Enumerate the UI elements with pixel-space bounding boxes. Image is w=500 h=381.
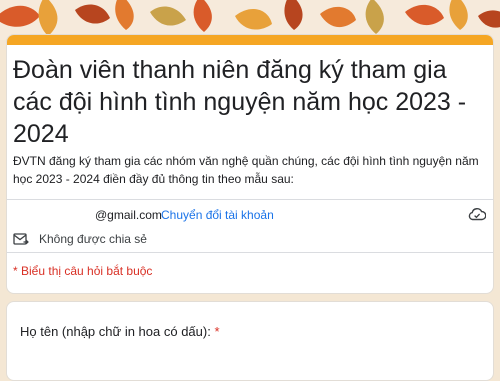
question-label: Họ tên (nhập chữ in hoa có dấu): * bbox=[20, 324, 220, 339]
not-shared-icon bbox=[13, 233, 29, 245]
cloud-saved-icon bbox=[468, 207, 487, 224]
switch-account-link[interactable]: Chuyển đổi tài khoản bbox=[161, 208, 274, 222]
divider bbox=[7, 199, 493, 200]
divider bbox=[7, 252, 493, 253]
account-row: @gmail.com Chuyển đổi tài khoản bbox=[13, 208, 487, 226]
not-shared-label: Không được chia sẻ bbox=[39, 232, 147, 246]
form-title: Đoàn viên thanh niên đăng ký tham gia cá… bbox=[13, 56, 467, 148]
question-text: Họ tên (nhập chữ in hoa có dấu): bbox=[20, 324, 215, 339]
accent-bar bbox=[7, 35, 493, 45]
required-note: * Biểu thị câu hỏi bắt buộc bbox=[13, 264, 153, 278]
account-email: @gmail.com bbox=[95, 208, 162, 222]
required-star: * bbox=[214, 324, 220, 339]
question-card: Họ tên (nhập chữ in hoa có dấu): * bbox=[6, 301, 494, 381]
form-description: ĐVTN đăng ký tham gia các nhóm văn nghệ … bbox=[13, 154, 479, 186]
